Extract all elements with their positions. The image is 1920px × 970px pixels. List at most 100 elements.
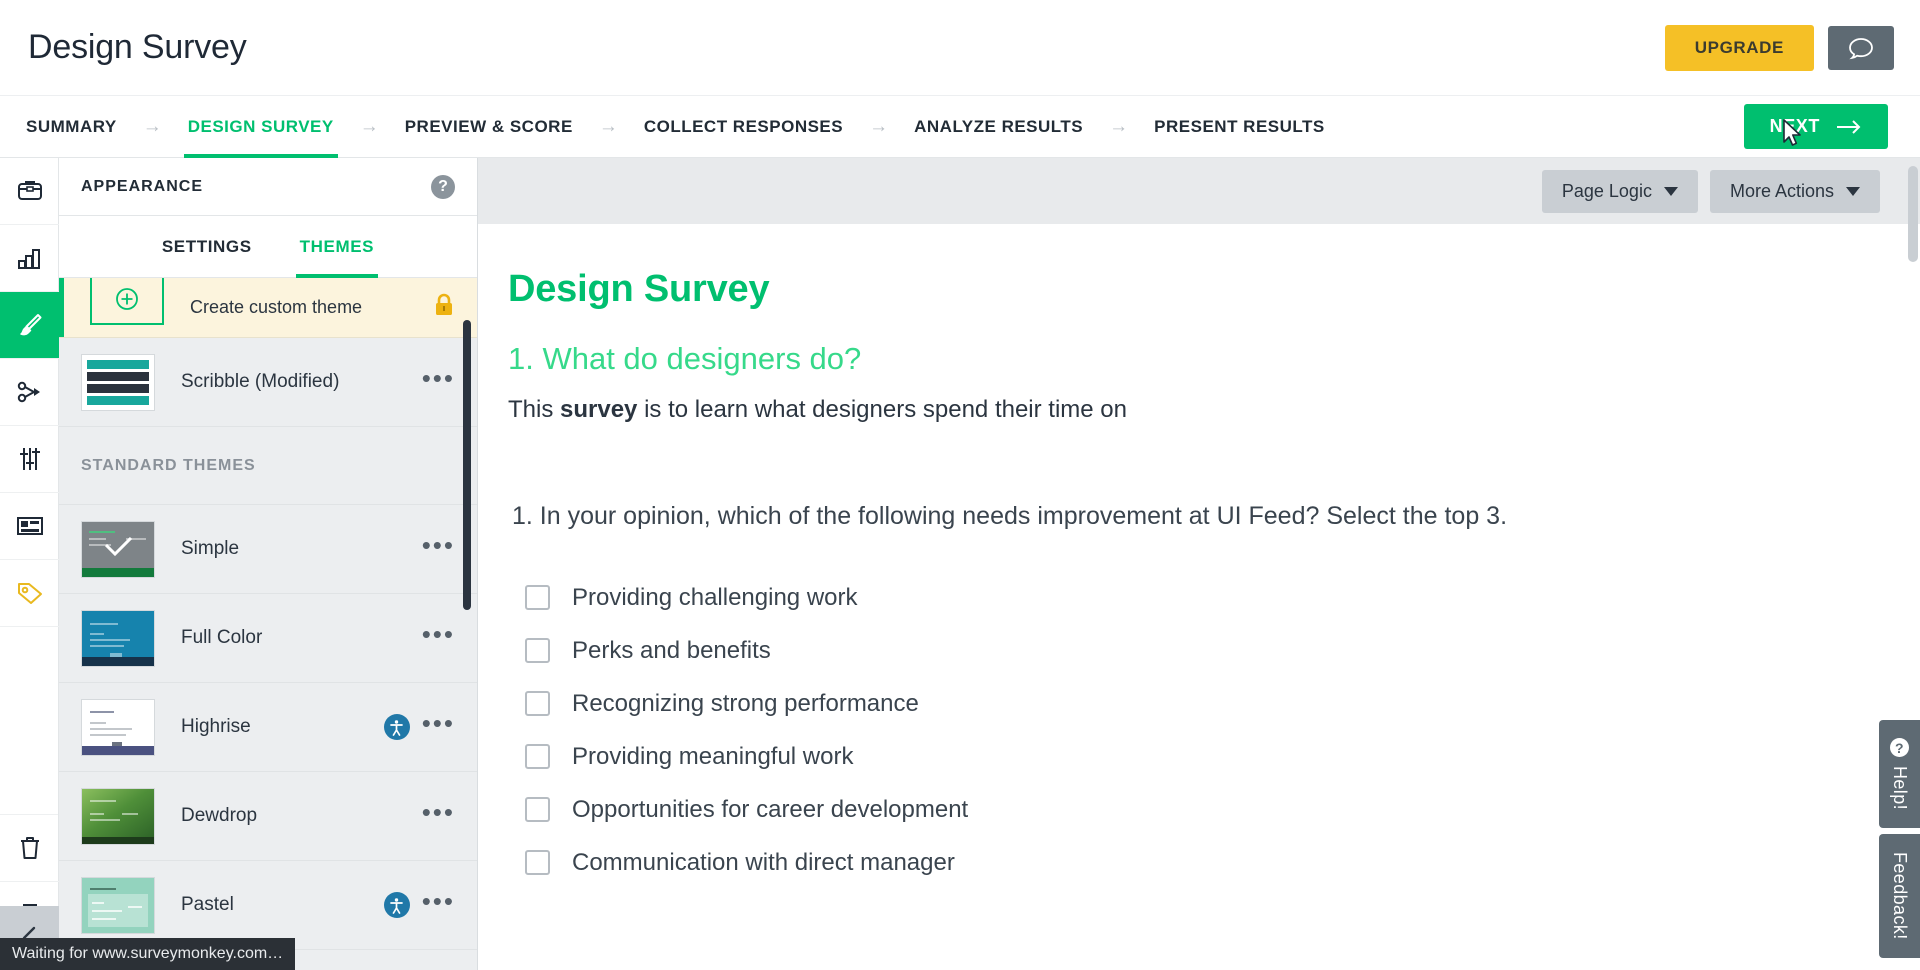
survey-page-title[interactable]: 1. What do designers do? [508,341,1920,377]
theme-actions: ••• [422,532,455,558]
nav-item-preview-score[interactable]: PREVIEW & SCORE [401,96,577,158]
choice-row[interactable]: Perks and benefits [525,624,1920,677]
choice-row[interactable]: Providing challenging work [525,571,1920,624]
upgrade-button[interactable]: UPGRADE [1664,24,1814,71]
checkbox[interactable] [525,797,550,822]
theme-menu-button[interactable]: ••• [422,532,455,558]
choice-row[interactable]: Recognizing strong performance [525,677,1920,730]
rail-item-tag[interactable] [0,560,59,627]
panel-title: APPEARANCE [81,177,204,195]
breadcrumb-arrow-icon: → [359,115,379,137]
theme-actions: ••• [422,799,455,825]
choice-label: Providing challenging work [572,583,858,611]
rail-item-layout[interactable] [0,493,59,560]
theme-row-full-color[interactable]: Full Color ••• [59,594,477,683]
nav-item-design-survey[interactable]: DESIGN SURVEY [183,96,338,158]
tab-themes[interactable]: THEMES [295,216,379,278]
theme-row-simple[interactable]: Simple ••• [59,505,477,594]
accessibility-icon [390,719,404,736]
checkbox[interactable] [525,638,550,663]
choice-row[interactable]: Providing meaningful work [525,730,1920,783]
nav-item-summary[interactable]: SUMMARY [22,96,121,158]
checkbox[interactable] [525,850,550,875]
nav-item-present-results[interactable]: PRESENT RESULTS [1150,96,1329,158]
rail-item-options[interactable] [0,426,59,493]
theme-menu-button[interactable]: ••• [422,365,455,391]
theme-name: Pastel [181,894,234,915]
rail-item-build[interactable] [0,158,59,225]
theme-row-pastel[interactable]: Pastel ••• [59,861,477,950]
canvas-toolbar: Page Logic More Actions [478,158,1920,262]
choice-list: Providing challenging work Perks and ben… [525,571,1920,889]
theme-actions: ••• [422,365,455,391]
chat-button[interactable] [1828,25,1894,70]
survey-page-description[interactable]: This survey is to learn what designers s… [508,396,1920,424]
theme-row-dewdrop[interactable]: Dewdrop ••• [59,772,477,861]
theme-actions: ••• [422,621,455,647]
theme-menu-button[interactable]: ••• [422,621,455,647]
help-tab-label: Help! [1890,766,1910,811]
status-bar: Waiting for www.surveymonkey.com… [0,938,296,970]
theme-name: Scribble (Modified) [181,371,340,392]
choice-row[interactable]: Communication with direct manager [525,836,1920,889]
check-icon [104,536,133,556]
chevron-down-icon [1846,186,1860,196]
rail-spacer [0,627,58,815]
rail-item-logic[interactable] [0,359,59,426]
status-bar-text: Waiting for www.surveymonkey.com… [12,945,284,962]
breadcrumb-arrow-icon: → [598,115,618,137]
checkbox[interactable] [525,691,550,716]
next-button[interactable]: NEXT [1743,104,1888,149]
logic-flow-icon [17,381,40,403]
question-circle-icon: ? [1890,738,1909,757]
accessibility-icon [390,897,404,914]
theme-row-scribble[interactable]: Scribble (Modified) ••• [59,338,477,427]
canvas-scrollbar[interactable] [1908,166,1918,262]
page-logic-label: Page Logic [1561,180,1652,201]
checkbox[interactable] [525,744,550,769]
rail-item-trash[interactable] [0,815,59,882]
feedback-tab-label: Feedback! [1890,852,1910,940]
theme-list[interactable]: Create custom theme Scribble (Modified) … [59,278,477,970]
nav-item-collect-responses[interactable]: COLLECT RESPONSES [640,96,847,158]
rail-item-appearance[interactable] [0,292,59,359]
theme-list-scrollbar[interactable] [463,320,471,610]
choice-row[interactable]: Opportunities for career development [525,783,1920,836]
choice-label: Recognizing strong performance [572,689,919,717]
speech-bubble-icon [1849,37,1873,59]
theme-menu-button[interactable]: ••• [422,799,455,825]
help-tab[interactable]: ? Help! [1879,720,1920,829]
theme-menu-button[interactable]: ••• [422,710,455,736]
header-actions: UPGRADE [1664,24,1894,71]
accessibility-badge[interactable] [383,714,410,740]
theme-row-highrise[interactable]: Highrise ••• [59,683,477,772]
next-button-label: NEXT [1769,116,1820,136]
plus-circle-icon [116,287,138,310]
page-title: Design Survey [28,28,247,66]
panel-header: APPEARANCE ? [59,158,477,216]
accessibility-badge[interactable] [383,892,410,918]
feedback-tab[interactable]: Feedback! [1879,834,1920,958]
page-desc-post: is to learn what designers spend their t… [637,396,1128,423]
theme-actions: ••• [383,710,455,740]
nav-item-analyze-results[interactable]: ANALYZE RESULTS [910,96,1087,158]
theme-thumbnail [81,698,155,756]
page-logic-button[interactable]: Page Logic [1541,169,1698,213]
survey-preview: Design Survey 1. What do designers do? T… [478,224,1920,889]
breadcrumb-arrow-icon: → [1109,115,1129,137]
breadcrumb-items: SUMMARY → DESIGN SURVEY → PREVIEW & SCOR… [22,96,1329,158]
toolbox-icon [17,181,42,200]
help-icon[interactable]: ? [431,174,455,199]
create-custom-theme-row[interactable]: Create custom theme [59,278,477,338]
breadcrumb: SUMMARY → DESIGN SURVEY → PREVIEW & SCOR… [0,96,1920,158]
bar-chart-icon [17,249,40,269]
lock-icon [433,293,455,323]
question-text[interactable]: 1. In your opinion, which of the followi… [512,502,1920,531]
more-actions-button[interactable]: More Actions [1709,169,1880,213]
checkbox[interactable] [525,585,550,610]
theme-thumbnail [81,353,155,411]
theme-name: Highrise [181,716,251,737]
theme-menu-button[interactable]: ••• [422,888,455,914]
rail-item-scoring[interactable] [0,225,59,292]
tab-settings[interactable]: SETTINGS [162,216,252,278]
